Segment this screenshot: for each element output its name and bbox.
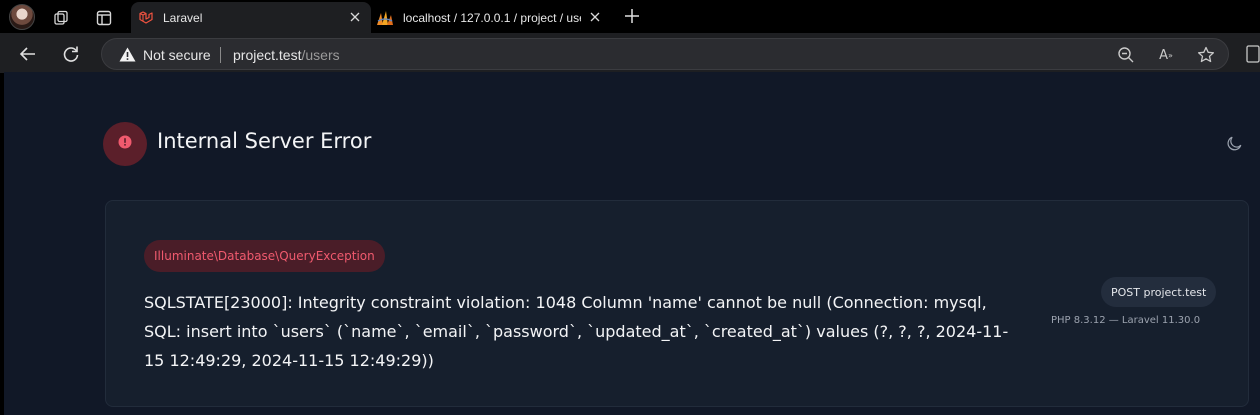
tab-actions-icon[interactable] xyxy=(90,4,118,32)
error-page: Internal Server Error Illuminate\Databas… xyxy=(4,72,1260,415)
warning-icon[interactable] xyxy=(119,47,136,67)
url-host: project.test xyxy=(233,47,302,63)
error-badge xyxy=(103,122,147,166)
tab-title: localhost / 127.0.0.1 / project / users xyxy=(403,11,581,25)
exception-message: SQLSTATE[23000]: Integrity constraint vi… xyxy=(144,293,1009,370)
exception-card: Illuminate\Database\QueryException SQLST… xyxy=(105,200,1249,407)
version-info: PHP 8.3.12 — Laravel 11.30.0 xyxy=(1051,315,1201,326)
close-tab-icon[interactable] xyxy=(588,10,602,24)
browser-toolbar: Not secure project.test/users A» xyxy=(0,33,1260,73)
url-path: /users xyxy=(301,47,340,63)
moon-icon[interactable] xyxy=(1226,134,1244,152)
page-title: Internal Server Error xyxy=(157,129,372,153)
profile-avatar[interactable] xyxy=(9,4,35,30)
toolbar-overflow-icon[interactable] xyxy=(1244,44,1260,64)
error-circle-icon xyxy=(118,135,132,154)
back-arrow-icon[interactable] xyxy=(14,40,42,68)
tab-laravel[interactable]: Laravel xyxy=(131,2,371,33)
workspaces-icon[interactable] xyxy=(47,4,75,32)
tab-phpmyadmin[interactable]: localhost / 127.0.0.1 / project / users xyxy=(373,2,609,33)
laravel-logo-icon xyxy=(138,10,154,29)
new-tab-icon[interactable] xyxy=(620,4,644,28)
address-divider xyxy=(220,47,221,63)
favorite-star-icon[interactable] xyxy=(1196,45,1216,65)
phpmyadmin-logo-icon xyxy=(376,10,394,29)
refresh-icon[interactable] xyxy=(57,40,85,68)
tab-strip: Laravel localhost / 127.0.0.1 / project … xyxy=(0,0,1260,35)
address-bar[interactable]: Not secure project.test/users A» xyxy=(101,38,1229,70)
close-tab-icon[interactable] xyxy=(348,10,362,24)
zoom-out-icon[interactable] xyxy=(1116,45,1136,65)
security-label[interactable]: Not secure xyxy=(143,47,211,63)
tab-title: Laravel xyxy=(163,11,203,25)
read-aloud-icon[interactable]: A» xyxy=(1156,45,1176,65)
exception-class-badge: Illuminate\Database\QueryException xyxy=(144,240,385,272)
request-badge: POST project.test xyxy=(1101,277,1217,307)
url-text[interactable]: project.test/users xyxy=(233,47,340,63)
